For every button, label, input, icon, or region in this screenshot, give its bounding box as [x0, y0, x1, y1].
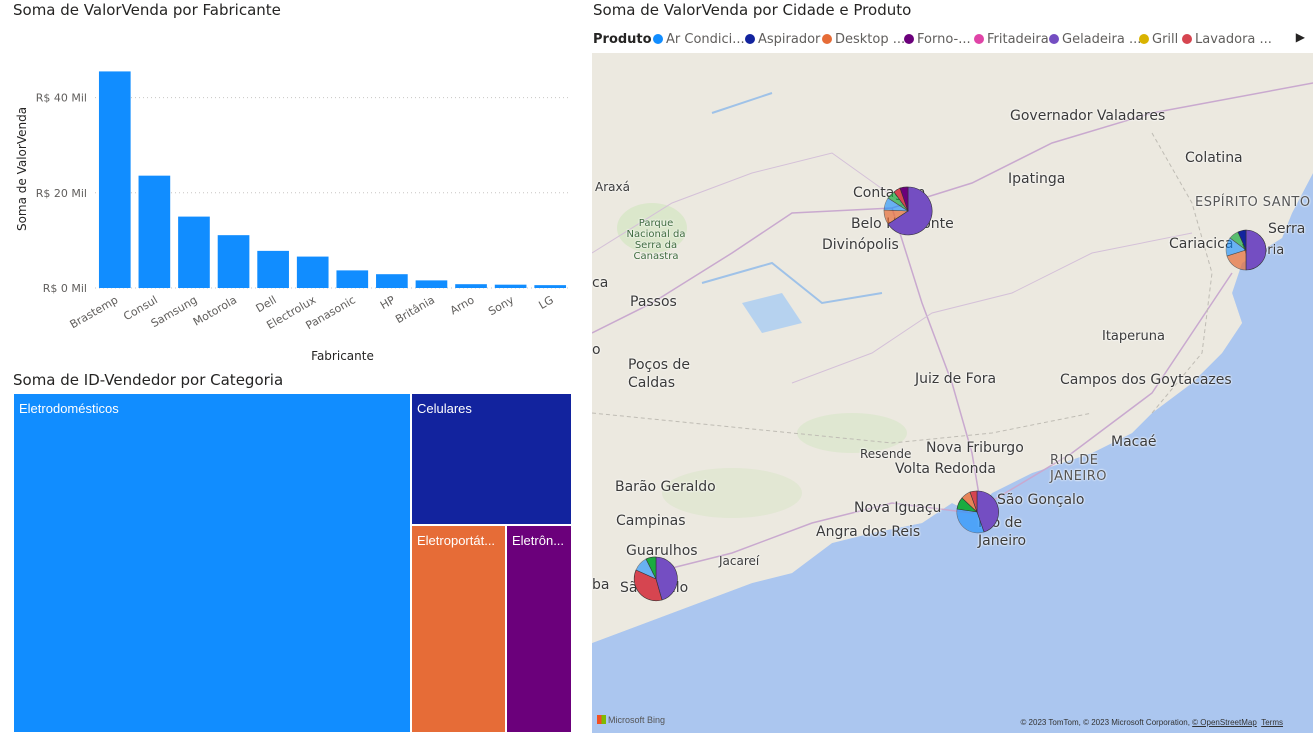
x-tick-label: Dell: [254, 293, 279, 315]
legend-title: Produto: [593, 32, 652, 47]
bar-chart-title: Soma de ValorVenda por Fabricante: [13, 1, 281, 19]
bar-hp: [376, 274, 408, 288]
terms-link[interactable]: Terms: [1261, 718, 1283, 727]
bar-electrolux: [296, 256, 329, 288]
treemap-title: Soma de ID-Vendedor por Categoria: [13, 371, 284, 389]
legend-dot: [904, 34, 914, 44]
city-serra: Serra: [1268, 221, 1306, 237]
city-divinopolis: Divinópolis: [822, 237, 899, 253]
legend-item-lavadora[interactable]: Lavadora ...: [1182, 32, 1272, 47]
legend-next-arrow-icon[interactable]: ▶: [1296, 30, 1305, 44]
state-espirito-santo: ESPÍRITO SANTO: [1195, 195, 1311, 210]
city-nova-iguacu: Nova Iguaçu: [854, 500, 942, 516]
city-juiz-de-fora: Juiz de Fora: [915, 371, 997, 387]
y-tick-label: R$ 40 Mil: [36, 92, 87, 105]
treemap-tile-celulares[interactable]: Celulares: [411, 393, 572, 525]
y-axis-label: Soma de ValorVenda: [15, 107, 29, 231]
legend-dot: [822, 34, 832, 44]
city-jacarei: Jacareí: [719, 554, 760, 568]
bar-brastemp: [98, 71, 131, 288]
city-macae: Macaé: [1111, 434, 1157, 450]
legend-dot: [1182, 34, 1192, 44]
microsoft-bing-logo: Microsoft Bing: [597, 715, 665, 725]
treemap-tile-eletroportateis[interactable]: Eletroportát...: [411, 525, 506, 733]
city-angra-dos-reis: Angra dos Reis: [816, 524, 921, 540]
state-rio-de-janeiro: RIO DE JANEIRO: [1050, 453, 1108, 484]
city-nova-friburgo: Nova Friburgo: [926, 440, 1024, 456]
bar-samsung: [178, 216, 210, 288]
city-fragment-o: o: [592, 342, 601, 358]
legend-dot: [653, 34, 663, 44]
treemap-tile-eletronicos[interactable]: Eletrôn...: [506, 525, 572, 733]
x-tick-label: HP: [378, 293, 398, 312]
bar-panasonic: [336, 270, 369, 288]
map-legend: Produto Ar Condici... Aspirador Desktop …: [593, 30, 1313, 50]
x-tick-label: Motorola: [191, 293, 239, 328]
legend-item-desktop[interactable]: Desktop ...: [822, 32, 905, 47]
x-tick-label: Sony: [486, 293, 516, 318]
city-pocos-de-caldas: Poços de Caldas: [628, 357, 691, 391]
bar-sony: [494, 284, 527, 288]
bar-arno: [455, 284, 487, 288]
city-itaperuna: Itaperuna: [1102, 329, 1165, 344]
legend-item-geladeira[interactable]: Geladeira ...: [1049, 32, 1141, 47]
x-tick-label: Arno: [448, 293, 477, 317]
city-passos: Passos: [630, 294, 677, 310]
city-governador-valadares: Governador Valadares: [1010, 108, 1166, 124]
city-sao-goncalo: São Gonçalo: [997, 492, 1085, 508]
legend-dot: [1139, 34, 1149, 44]
map-attribution: © 2023 TomTom, © 2023 Microsoft Corporat…: [1020, 718, 1283, 727]
bar-dell: [257, 250, 289, 288]
pie-marker-belo-horizonte[interactable]: [882, 185, 934, 237]
legend-item-fritadeira[interactable]: Fritadeira: [974, 32, 1049, 47]
legend-item-ar-condicionado[interactable]: Ar Condici...: [653, 32, 745, 47]
legend-item-forno[interactable]: Forno-...: [904, 32, 971, 47]
microsoft-logo-icon: [597, 715, 606, 724]
pie-marker-rio-de-janeiro[interactable]: [954, 489, 1000, 535]
pie-marker-vitoria[interactable]: [1224, 228, 1268, 272]
legend-dot: [745, 34, 755, 44]
map-canvas[interactable]: Governador Valadares Colatina Ipatinga A…: [592, 53, 1313, 733]
bar-consul: [138, 175, 171, 288]
x-tick-label: Britânia: [393, 293, 437, 326]
y-tick-label: R$ 0 Mil: [43, 282, 87, 295]
legend-item-aspirador[interactable]: Aspirador: [745, 32, 820, 47]
x-tick-label: Brastemp: [68, 293, 121, 331]
treemap: Eletrodomésticos Celulares Eletroportát.…: [13, 393, 572, 733]
bar-brit-nia: [415, 280, 448, 288]
city-volta-redonda: Volta Redonda: [895, 461, 996, 477]
bar-chart: R$ 0 MilR$ 20 MilR$ 40 MilBrastemp Consul…: [15, 71, 570, 363]
legend-dot: [1049, 34, 1059, 44]
city-campos-dos-goytacazes: Campos dos Goytacazes: [1060, 372, 1232, 388]
pie-marker-sao-paulo[interactable]: [632, 555, 680, 603]
city-resende: Resende: [860, 447, 912, 461]
legend-item-grill[interactable]: Grill: [1139, 32, 1178, 47]
osm-link[interactable]: © OpenStreetMap: [1192, 718, 1257, 727]
x-axis-label: Fabricante: [311, 349, 374, 363]
city-campinas: Campinas: [616, 513, 686, 529]
city-araxa: Araxá: [595, 180, 630, 194]
city-ipatinga: Ipatinga: [1008, 171, 1066, 187]
city-colatina: Colatina: [1185, 150, 1243, 166]
bar-lg: [534, 285, 567, 288]
x-tick-label: LG: [537, 293, 556, 312]
city-barao-geraldo: Barão Geraldo: [615, 479, 716, 495]
city-fragment-ba: ba: [592, 577, 610, 593]
city-fragment-ca: ca: [592, 275, 609, 291]
treemap-tile-eletrodomesticos[interactable]: Eletrodomésticos: [13, 393, 411, 733]
legend-dot: [974, 34, 984, 44]
y-tick-label: R$ 20 Mil: [36, 187, 87, 200]
map-title: Soma de ValorVenda por Cidade e Produto: [593, 1, 912, 19]
bar-motorola: [217, 235, 250, 288]
park-serra-da-canastra: Parque Nacional da Serra da Canastra: [626, 218, 686, 262]
